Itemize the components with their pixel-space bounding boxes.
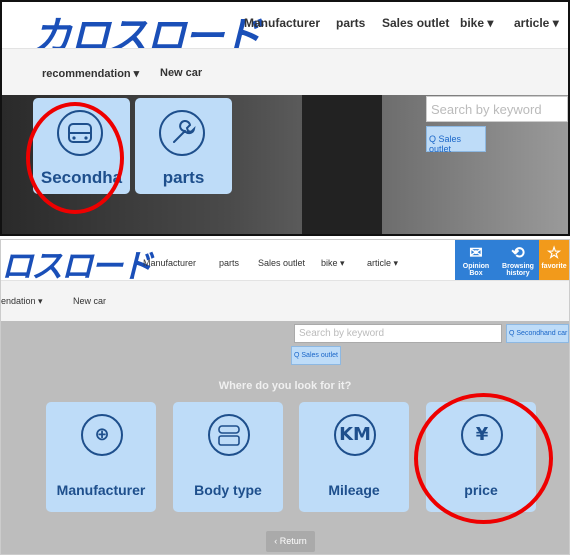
sales-outlet-button[interactable]: Q Sales outlet — [426, 126, 486, 154]
favorite-button[interactable]: ☆ favorite — [539, 240, 569, 280]
sub-navigation: recommendation ▾ New car — [2, 48, 568, 96]
nav-bike[interactable]: bike ▾ — [460, 16, 493, 30]
tile-manufacturer[interactable]: ⊕ Manufacturer — [46, 402, 156, 512]
nav-bike[interactable]: bike ▾ — [321, 258, 345, 269]
highlight-circle — [414, 393, 553, 524]
bottom-screenshot-panel: ロスロード Manufacturer parts Sales outlet bi… — [0, 239, 570, 555]
nav-manufacturer[interactable]: Manufacturer — [244, 16, 320, 30]
header: ロスロード Manufacturer parts Sales outlet bi… — [1, 240, 569, 285]
nav-article[interactable]: article ▾ — [514, 16, 559, 30]
tile-label: Body type — [194, 482, 262, 498]
km-icon: KM — [334, 414, 376, 456]
browsing-label: Browsing — [502, 263, 534, 270]
tile-label: Mileage — [328, 482, 380, 498]
mail-icon: ✉ — [469, 245, 483, 262]
tile-label: parts — [162, 168, 205, 187]
history-icon: ⟲ — [511, 245, 525, 262]
wrench-icon — [159, 110, 205, 156]
sub-navigation: endation ▾ New car — [1, 280, 569, 322]
browsing-history-button[interactable]: ⟲ Browsing history — [497, 240, 539, 280]
return-button[interactable]: ‹ Return — [266, 531, 315, 552]
hero-shadow — [302, 95, 382, 234]
nav-parts[interactable]: parts — [219, 258, 239, 268]
nav-article[interactable]: article ▾ — [367, 258, 398, 269]
nav-sales-outlet[interactable]: Sales outlet — [258, 258, 305, 268]
car-body-icon — [208, 414, 250, 456]
search-input[interactable]: Search by keyword — [294, 324, 502, 343]
nav-recommendation[interactable]: recommendation ▾ — [42, 67, 139, 80]
tile-body-type[interactable]: Body type — [173, 402, 283, 512]
nav-manufacturer[interactable]: Manufacturer — [143, 258, 196, 268]
nav-new-car[interactable]: New car — [73, 296, 106, 306]
search-input[interactable]: Search by keyword — [426, 96, 568, 122]
favorite-label: favorite — [541, 263, 567, 270]
tile-parts[interactable]: parts — [135, 98, 232, 194]
box-label: Box — [469, 270, 483, 277]
top-screenshot-panel: カロスロード Manufacturer parts Sales outlet b… — [0, 0, 570, 236]
history-label: history — [506, 270, 530, 277]
sales-outlet-button[interactable]: Q Sales outlet — [291, 346, 341, 365]
search-prompt: Where do you look for it? — [218, 380, 352, 392]
nav-parts[interactable]: parts — [336, 16, 365, 30]
nav-new-car[interactable]: New car — [160, 67, 202, 79]
manufacturer-icon: ⊕ — [81, 414, 123, 456]
tile-mileage[interactable]: KM Mileage — [299, 402, 409, 512]
nav-sales-outlet[interactable]: Sales outlet — [382, 16, 449, 30]
star-icon: ☆ — [546, 245, 562, 262]
opinion-label: Opinion — [462, 263, 490, 270]
header: カロスロード Manufacturer parts Sales outlet b… — [2, 2, 568, 60]
highlight-circle — [26, 102, 124, 214]
secondhand-car-button[interactable]: Q Secondhand car — [506, 324, 569, 343]
tile-label: Manufacturer — [56, 482, 146, 498]
nav-recommendation[interactable]: endation ▾ — [1, 296, 43, 307]
opinion-box-button[interactable]: ✉ Opinion Box — [455, 240, 497, 280]
